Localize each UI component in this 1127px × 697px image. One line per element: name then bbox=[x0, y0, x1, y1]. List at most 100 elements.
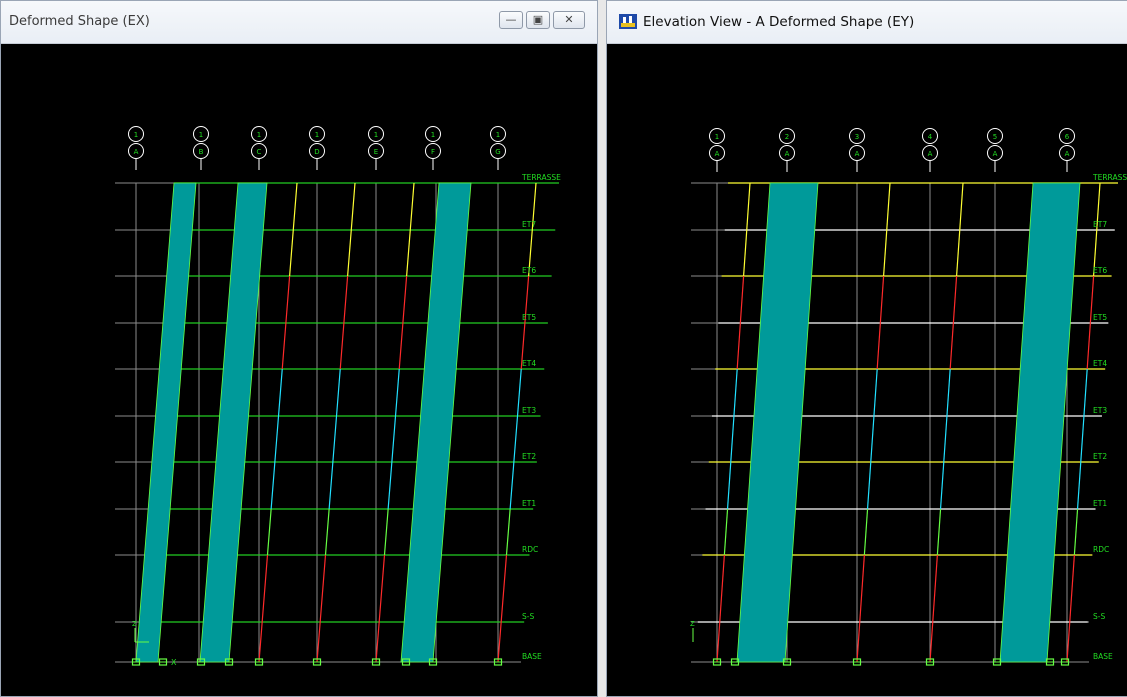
right-model-canvas[interactable]: 1 A 2 A 3 A 4 A 5 A 6 A TERRASSE ET7 ET6 ET5 ET4 ET3 ET2 ET… bbox=[607, 44, 1127, 696]
deformed-column bbox=[739, 275, 745, 324]
deformed-column bbox=[505, 508, 511, 556]
deformed-column bbox=[866, 461, 872, 510]
deformed-column bbox=[289, 229, 294, 277]
deformed-column bbox=[952, 275, 958, 324]
window-splitter[interactable] bbox=[598, 0, 606, 697]
deformed-column bbox=[402, 275, 408, 324]
left-model-canvas[interactable]: 1 A 1 B 1 C 1 D 1 E 1 F 1 G TERRASSE ET7 ET6 ET5 ET4 ET3 ET2… bbox=[1, 44, 597, 696]
deformed-column bbox=[509, 461, 515, 510]
deformed-column bbox=[266, 508, 272, 556]
deformed-column bbox=[946, 368, 951, 417]
story-label: ET3 bbox=[522, 406, 536, 415]
grid-bubble-label: A bbox=[928, 150, 933, 158]
deformed-column bbox=[339, 322, 345, 370]
deformed-column bbox=[335, 368, 341, 417]
story-label: TERRASSE bbox=[1092, 173, 1127, 182]
deformed-column bbox=[955, 229, 961, 277]
deformed-column bbox=[394, 368, 400, 417]
minimize-button[interactable]: — bbox=[499, 11, 523, 29]
axis-x-label: X bbox=[171, 658, 177, 667]
right-view-window[interactable]: Elevation View - A Deformed Shape (EY) 1… bbox=[606, 0, 1127, 697]
grid-bubble-label: A bbox=[993, 150, 998, 158]
deformed-column bbox=[742, 229, 748, 277]
deformed-column bbox=[270, 461, 276, 510]
minimize-icon: — bbox=[505, 13, 517, 26]
grid-bubble-label: C bbox=[257, 148, 262, 156]
grid-bubble-label: 1 bbox=[315, 131, 319, 139]
deformed-column bbox=[319, 554, 327, 623]
story-label: ET7 bbox=[522, 220, 536, 229]
close-icon: ✕ bbox=[564, 13, 574, 26]
grid-bubble-label: 3 bbox=[855, 133, 859, 141]
deformed-column bbox=[882, 229, 888, 277]
grid-bubble-label: A bbox=[134, 148, 139, 156]
restore-icon: ▣ bbox=[532, 13, 544, 26]
deformed-column bbox=[733, 368, 738, 417]
deformed-column bbox=[949, 322, 954, 370]
left-view-window[interactable]: Deformed Shape (EX) — ▣ ✕ 1 A 1 B 1 C 1 D 1 E 1 F 1 G… bbox=[0, 0, 598, 697]
grid-bubble-label: 1 bbox=[496, 131, 500, 139]
story-label: ET1 bbox=[522, 499, 536, 508]
deformed-column bbox=[328, 461, 334, 510]
deformed-column bbox=[324, 508, 330, 556]
shear-wall bbox=[400, 182, 472, 663]
grid-bubble-label: B bbox=[199, 148, 204, 156]
story-label: RDC bbox=[1093, 545, 1109, 554]
grid-bubble-label: D bbox=[314, 148, 319, 156]
deformed-column bbox=[292, 182, 298, 231]
deformed-column bbox=[870, 415, 875, 463]
grid-bubble-label: E bbox=[374, 148, 378, 156]
grid-bubble-label: A bbox=[1065, 150, 1070, 158]
deformed-column bbox=[500, 554, 508, 623]
deformed-column bbox=[281, 322, 287, 370]
deformed-column bbox=[398, 322, 404, 370]
story-label: ET3 bbox=[1093, 406, 1107, 415]
left-window-titlebar[interactable]: Deformed Shape (EX) — ▣ ✕ bbox=[1, 1, 597, 44]
grid-bubble-label: 1 bbox=[199, 131, 203, 139]
right-window-title: Elevation View - A Deformed Shape (EY) bbox=[643, 14, 915, 30]
axis-z-label: Z bbox=[690, 620, 695, 628]
deformed-column bbox=[879, 275, 885, 324]
left-window-title: Deformed Shape (EX) bbox=[9, 14, 150, 29]
story-label: ET6 bbox=[1093, 266, 1107, 275]
deformed-column bbox=[406, 229, 411, 277]
story-label: RDC bbox=[522, 545, 538, 554]
deformed-column bbox=[261, 554, 269, 623]
restore-button[interactable]: ▣ bbox=[526, 11, 550, 29]
deformed-column bbox=[516, 368, 522, 417]
story-label: ET6 bbox=[522, 266, 536, 275]
grid-bubble-label: A bbox=[715, 150, 720, 158]
shear-wall bbox=[736, 182, 819, 663]
deformed-column bbox=[274, 415, 280, 463]
deformed-column bbox=[285, 275, 291, 324]
story-label: ET5 bbox=[522, 313, 536, 322]
grid-bubble-label: 1 bbox=[431, 131, 435, 139]
grid-bubble-label: 1 bbox=[374, 131, 378, 139]
story-label: BASE bbox=[522, 652, 542, 661]
deformed-column bbox=[746, 182, 751, 231]
right-window-titlebar[interactable]: Elevation View - A Deformed Shape (EY) bbox=[607, 1, 1127, 44]
story-label: ET4 bbox=[1093, 359, 1107, 368]
grid-bubble-label: A bbox=[855, 150, 860, 158]
deformed-column bbox=[876, 322, 881, 370]
deformed-column bbox=[1073, 508, 1079, 556]
grid-bubble-label: 4 bbox=[928, 133, 933, 141]
deformed-column bbox=[936, 508, 942, 556]
grid-bubble-label: G bbox=[495, 148, 500, 156]
deformed-column bbox=[863, 508, 869, 556]
deformed-column bbox=[391, 415, 397, 463]
deformed-column bbox=[859, 554, 865, 623]
deformed-column bbox=[1076, 461, 1082, 510]
deformed-column bbox=[1083, 368, 1088, 417]
deformed-column bbox=[378, 554, 386, 623]
deformed-column bbox=[932, 554, 938, 623]
etabs-app-icon bbox=[619, 14, 637, 29]
deformed-column bbox=[332, 415, 338, 463]
deformed-column bbox=[350, 182, 356, 231]
story-label: ET5 bbox=[1093, 313, 1107, 322]
grid-bubble-label: 5 bbox=[993, 133, 997, 141]
axis-z-label: Z bbox=[132, 620, 137, 628]
close-button[interactable]: ✕ bbox=[553, 11, 585, 29]
deformed-column bbox=[730, 415, 735, 463]
deformed-column bbox=[383, 508, 389, 556]
